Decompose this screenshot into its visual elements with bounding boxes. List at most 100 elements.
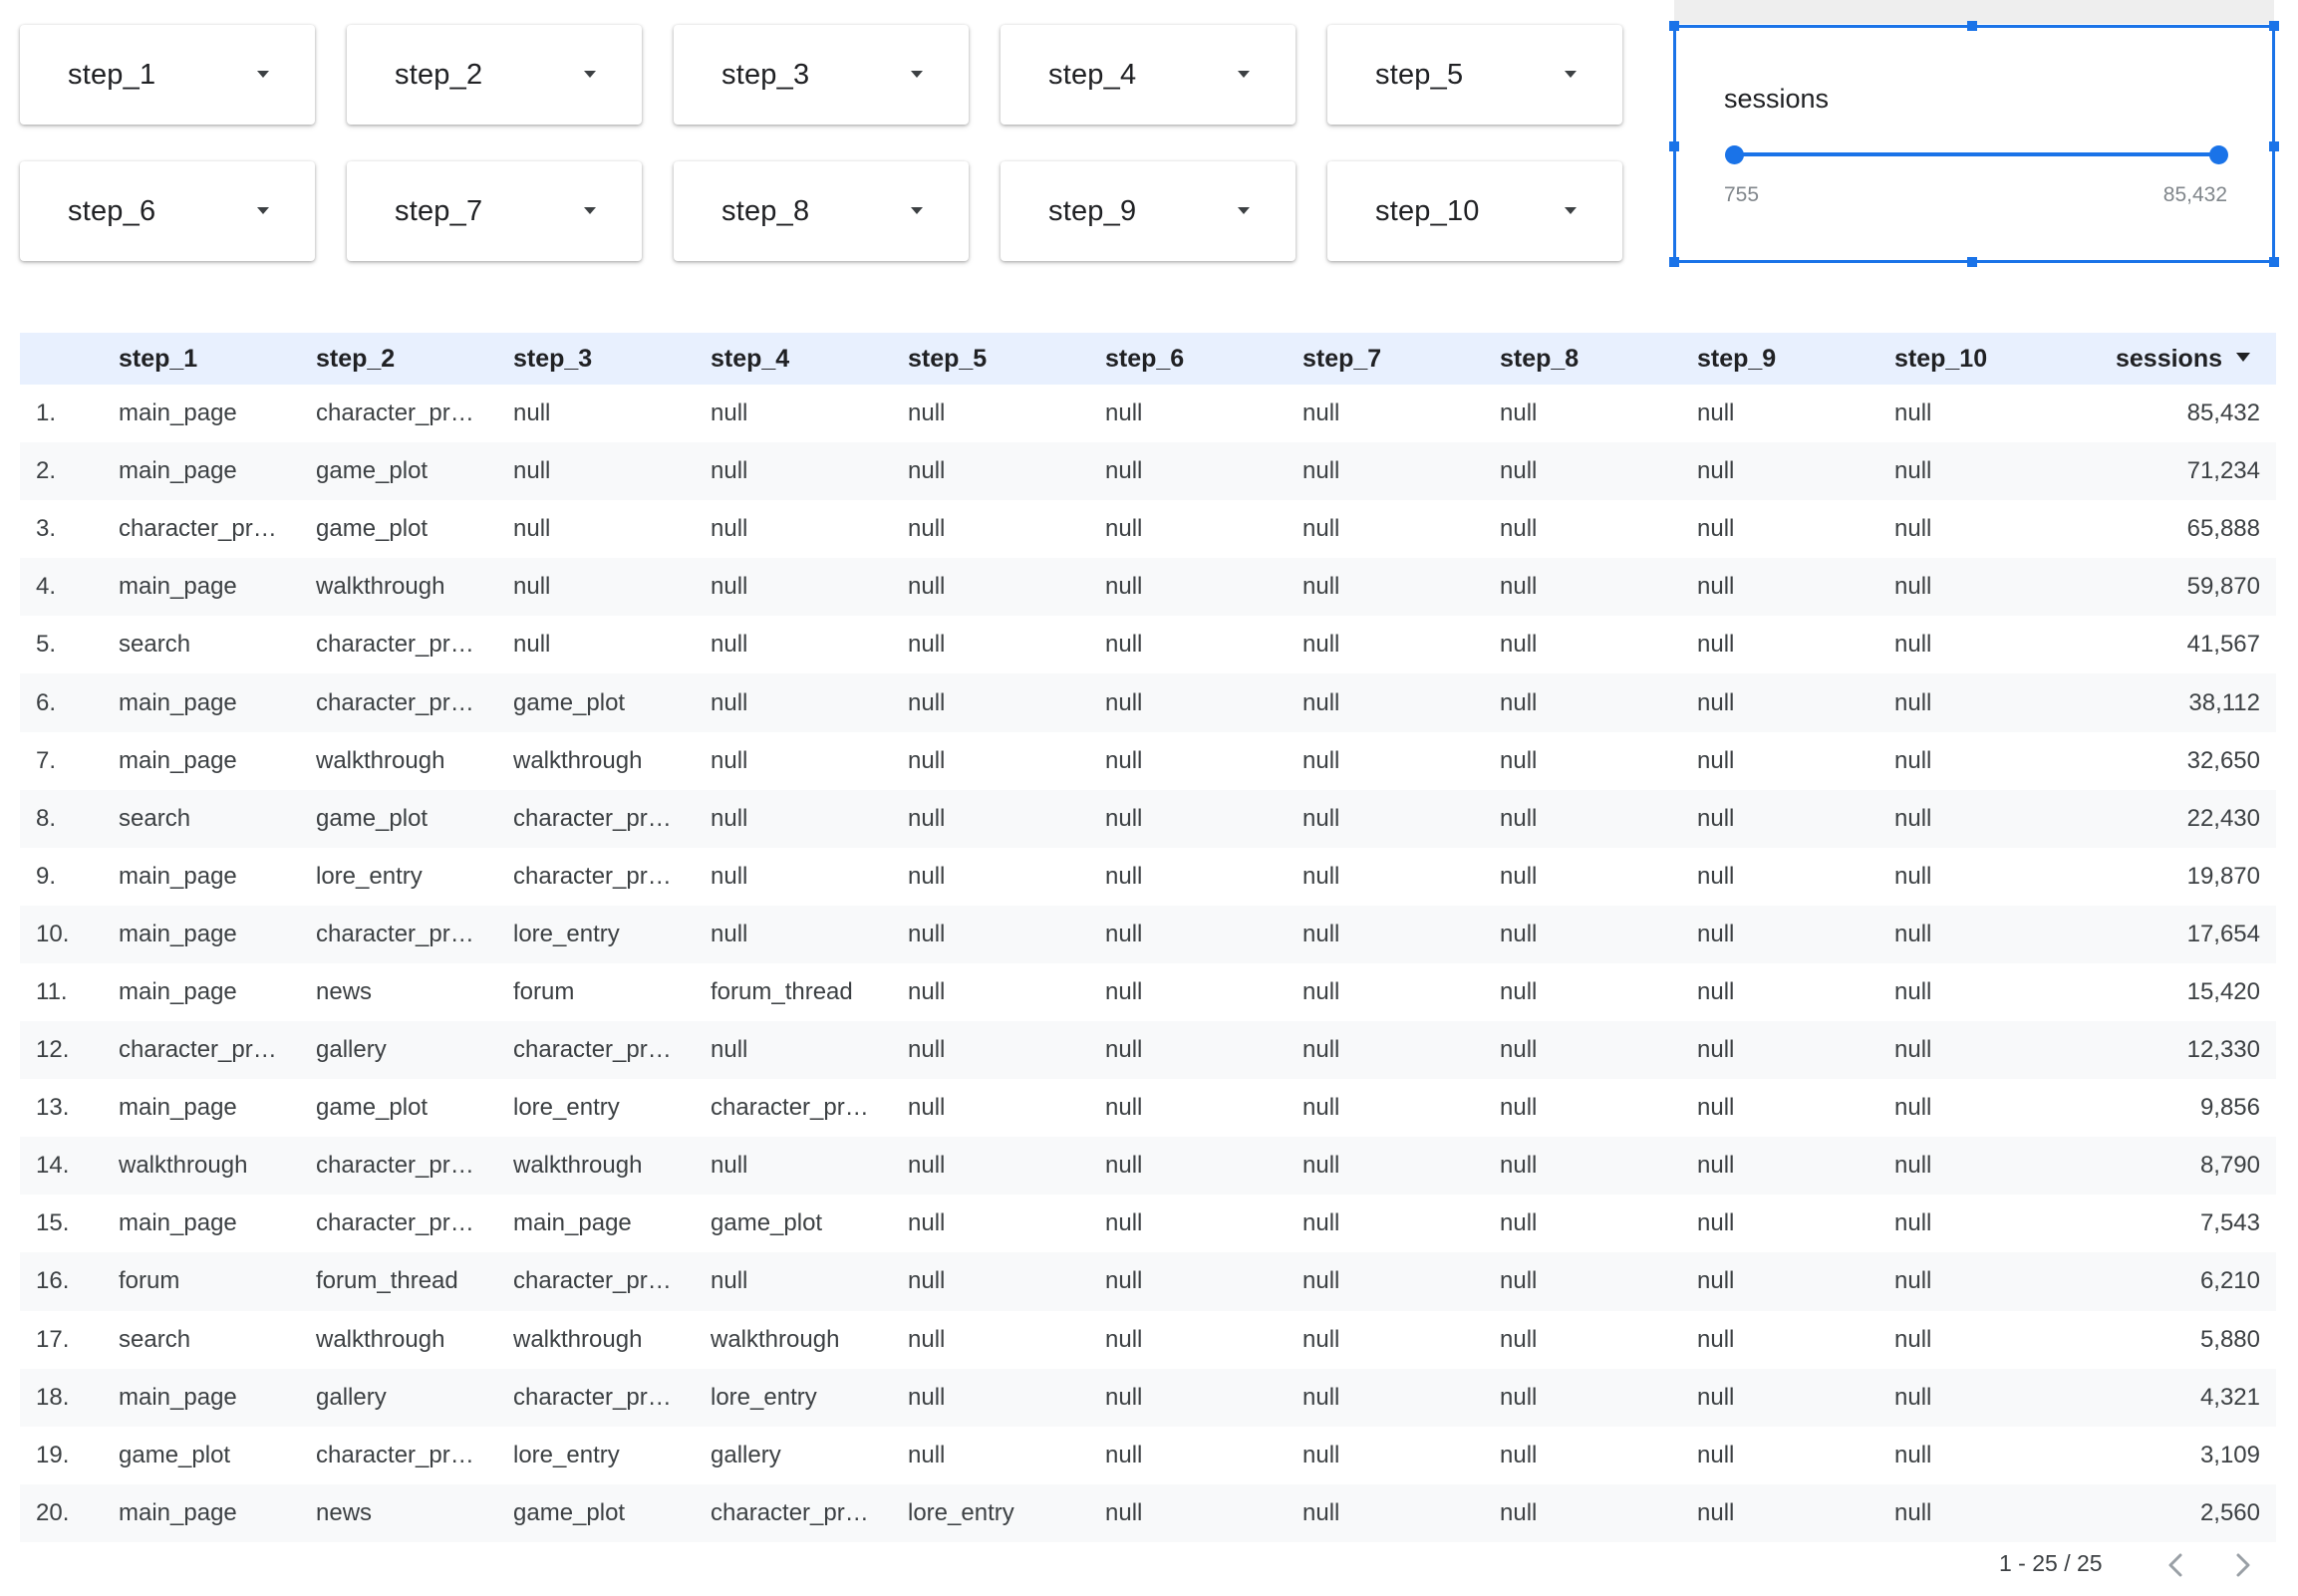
column-header-step-2[interactable]: step_2	[316, 333, 513, 385]
cell-step-7: null	[1302, 399, 1340, 427]
row-number: 17.	[36, 1325, 70, 1353]
cell-step-10: null	[1894, 1209, 1932, 1237]
cell-sessions: 38,112	[2188, 688, 2260, 716]
cell-step-4: null	[711, 515, 748, 543]
filter-label: step_4	[1048, 58, 1137, 91]
resize-handle-top[interactable]	[1967, 21, 1977, 31]
sessions-slider-control[interactable]: sessions 755 85,432	[1669, 21, 2279, 267]
resize-handle-top-right[interactable]	[2269, 21, 2279, 31]
table-row: 6. main_page character_pr… game_plot null nul…	[20, 673, 2276, 732]
cell-step-4: null	[711, 804, 748, 832]
cell-step-4: null	[711, 573, 748, 601]
column-header-step-1[interactable]: step_1	[119, 333, 316, 385]
cell-step-10: null	[1894, 399, 1932, 427]
column-header-step-8[interactable]: step_8	[1500, 333, 1697, 385]
cell-step-3: null	[513, 515, 551, 543]
filter-step-3-dropdown[interactable]: step_3	[674, 25, 969, 125]
cell-step-10: null	[1894, 515, 1932, 543]
table-row: 13. main_page game_plot lore_entry character…	[20, 1079, 2276, 1137]
cell-step-7: null	[1302, 920, 1340, 947]
row-number: 3.	[36, 515, 57, 543]
filter-step-7-dropdown[interactable]: step_7	[347, 161, 642, 261]
filter-step-8-dropdown[interactable]: step_8	[674, 161, 969, 261]
filter-label: step_2	[395, 58, 483, 91]
resize-handle-bottom-left[interactable]	[1669, 257, 1679, 267]
cell-sessions: 9,856	[2199, 1094, 2260, 1122]
cell-step-4: character_pr…	[711, 1498, 869, 1526]
cell-step-3: lore_entry	[513, 920, 620, 947]
column-header-step-3[interactable]: step_3	[513, 333, 711, 385]
chevron-right-icon	[2236, 1553, 2250, 1577]
cell-step-5: null	[908, 1441, 946, 1468]
table-row: 19. game_plot character_pr… lore_entry galle…	[20, 1427, 2276, 1484]
table-row: 5. search character_pr… null null null null nul…	[20, 616, 2276, 673]
filter-step-1-dropdown[interactable]: step_1	[20, 25, 315, 125]
column-header-sessions[interactable]: sessions	[2092, 333, 2276, 385]
slider-track[interactable]	[1733, 152, 2217, 156]
next-page-button[interactable]	[2224, 1547, 2260, 1583]
cell-step-6: null	[1105, 1383, 1143, 1411]
cell-step-6: null	[1105, 1152, 1143, 1180]
cell-step-5: null	[908, 1267, 946, 1295]
caret-down-icon	[1238, 71, 1250, 78]
filter-step-4-dropdown[interactable]: step_4	[1001, 25, 1295, 125]
cell-step-7: null	[1302, 1441, 1340, 1468]
cell-step-5: null	[908, 631, 946, 659]
column-header-step-6[interactable]: step_6	[1105, 333, 1302, 385]
column-header-step-7[interactable]: step_7	[1302, 333, 1500, 385]
resize-handle-bottom[interactable]	[1967, 257, 1977, 267]
filter-label: step_10	[1375, 194, 1480, 227]
cell-step-8: null	[1500, 1094, 1538, 1122]
cell-step-9: null	[1697, 977, 1735, 1005]
filter-step-6-dropdown[interactable]: step_6	[20, 161, 315, 261]
column-header-step-5[interactable]: step_5	[908, 333, 1105, 385]
cell-step-6: null	[1105, 804, 1143, 832]
cell-step-8: null	[1500, 1383, 1538, 1411]
table-row: 12. character_pr… gallery character_pr… null…	[20, 1021, 2276, 1080]
caret-down-icon	[911, 207, 923, 214]
column-header-step-10[interactable]: step_10	[1894, 333, 2092, 385]
resize-handle-right[interactable]	[2269, 141, 2279, 151]
cell-step-9: null	[1697, 1094, 1735, 1122]
cell-step-9: null	[1697, 1267, 1735, 1295]
cell-step-10: null	[1894, 977, 1932, 1005]
cell-step-1: character_pr…	[119, 515, 277, 543]
cell-step-3: walkthrough	[513, 746, 643, 774]
filter-label: step_8	[721, 194, 810, 227]
column-header-step-4[interactable]: step_4	[711, 333, 908, 385]
cell-step-4: null	[711, 688, 748, 716]
filter-step-2-dropdown[interactable]: step_2	[347, 25, 642, 125]
row-number: 9.	[36, 862, 57, 890]
row-number: 11.	[36, 977, 68, 1005]
cell-step-7: null	[1302, 1383, 1340, 1411]
filter-step-9-dropdown[interactable]: step_9	[1001, 161, 1295, 261]
row-number: 16.	[36, 1267, 70, 1295]
caret-down-icon	[584, 71, 596, 78]
cell-step-8: null	[1500, 920, 1538, 947]
cell-step-6: null	[1105, 1325, 1143, 1353]
cell-step-2: character_pr…	[316, 1441, 474, 1468]
filter-step-10-dropdown[interactable]: step_10	[1327, 161, 1622, 261]
cell-step-10: null	[1894, 1441, 1932, 1468]
previous-page-button[interactable]	[2158, 1547, 2194, 1583]
resize-handle-left[interactable]	[1669, 141, 1679, 151]
cell-step-10: null	[1894, 862, 1932, 890]
slider-max-handle[interactable]	[2209, 145, 2228, 164]
resize-handle-top-left[interactable]	[1669, 21, 1679, 31]
cell-step-10: null	[1894, 1498, 1932, 1526]
cell-step-7: null	[1302, 457, 1340, 485]
cell-step-3: lore_entry	[513, 1094, 620, 1122]
resize-handle-bottom-right[interactable]	[2269, 257, 2279, 267]
cell-step-9: null	[1697, 399, 1735, 427]
column-header-step-9[interactable]: step_9	[1697, 333, 1894, 385]
row-number: 2.	[36, 457, 57, 485]
cell-step-1: search	[119, 804, 191, 832]
cell-step-10: null	[1894, 1152, 1932, 1180]
chevron-left-icon	[2168, 1553, 2182, 1577]
cell-step-2: walkthrough	[316, 1325, 445, 1353]
cell-step-3: game_plot	[513, 688, 626, 716]
cell-step-4: null	[711, 920, 748, 947]
filter-step-5-dropdown[interactable]: step_5	[1327, 25, 1622, 125]
cell-step-10: null	[1894, 457, 1932, 485]
slider-min-handle[interactable]	[1725, 145, 1744, 164]
